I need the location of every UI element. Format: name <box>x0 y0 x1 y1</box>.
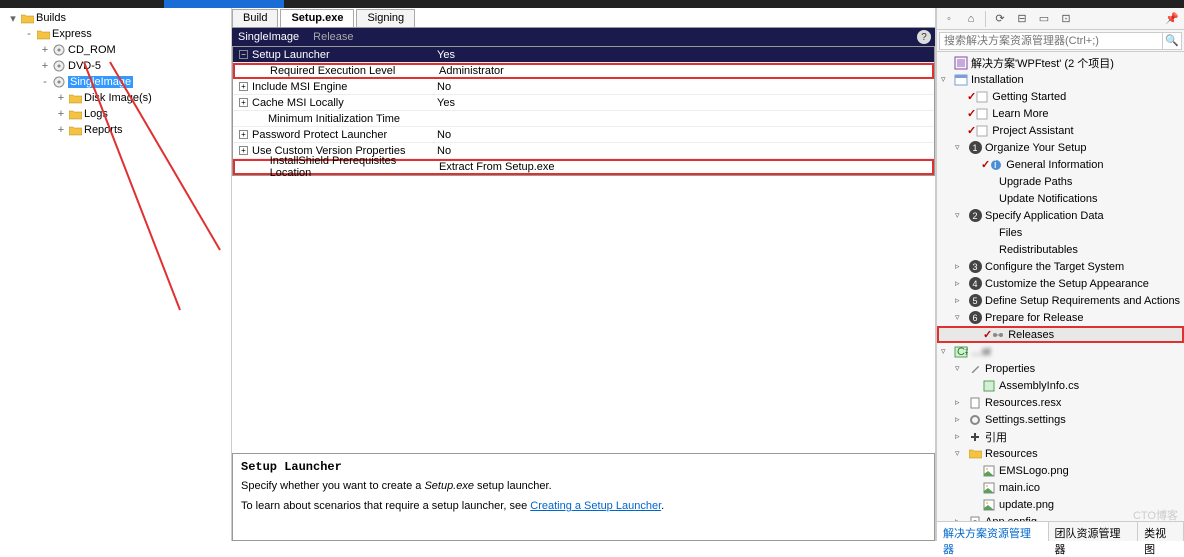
sol-item[interactable]: ✓Project Assistant <box>937 122 1184 139</box>
solution-label: 解决方案'WPFtest' (2 个项目) <box>969 55 1114 71</box>
back-icon[interactable]: ◦ <box>941 11 957 27</box>
pin-icon[interactable]: 📌 <box>1164 11 1180 27</box>
builds-tree: ▾ Builds -Express+CD_ROM+DVD-5-SingleIma… <box>0 8 232 541</box>
sol-item[interactable]: ▹引用 <box>937 428 1184 445</box>
prop-row[interactable]: −Setup LauncherYes <box>233 47 934 63</box>
tree-root[interactable]: ▾ Builds <box>2 10 231 26</box>
sol-item[interactable]: ▿Installation <box>937 71 1184 88</box>
sol-item[interactable]: Update Notifications <box>937 190 1184 207</box>
help-p2: To learn about scenarios that require a … <box>241 500 926 512</box>
svg-text:C#: C# <box>957 346 968 358</box>
tree-root-label: Builds <box>36 12 66 24</box>
prop-row[interactable]: Required Execution LevelAdministrator <box>233 63 934 79</box>
sol-item[interactable]: ✓Releases <box>937 326 1184 343</box>
sol-toolbar: ◦ ⌂ ⟳ ⊟ ▭ ⊡ 📌 <box>937 8 1184 30</box>
solution-explorer: ◦ ⌂ ⟳ ⊟ ▭ ⊡ 📌 🔍 解决方案'WPFtest' (2 个项目) ▿I… <box>936 8 1184 541</box>
refresh-icon[interactable]: ⟳ <box>992 11 1008 27</box>
tree-item[interactable]: -SingleImage <box>2 74 231 90</box>
tree-item[interactable]: +CD_ROM <box>2 42 231 58</box>
tabs-row: BuildSetup.exeSigning <box>232 8 935 28</box>
sol-item[interactable]: ▿Properties <box>937 360 1184 377</box>
tree-item[interactable]: -Express <box>2 26 231 42</box>
showall-icon[interactable]: ⊡ <box>1058 11 1074 27</box>
sol-item[interactable]: AssemblyInfo.cs <box>937 377 1184 394</box>
tree-item[interactable]: +Disk Image(s) <box>2 90 231 106</box>
help-panel: Setup Launcher Specify whether you want … <box>232 453 935 541</box>
tab-build[interactable]: Build <box>232 9 278 27</box>
bottom-tab[interactable]: 团队资源管理器 <box>1049 522 1139 541</box>
sol-item[interactable]: ▿1Organize Your Setup <box>937 139 1184 156</box>
sol-item[interactable]: ▹Settings.settings <box>937 411 1184 428</box>
sol-item[interactable]: ▿2Specify Application Data <box>937 207 1184 224</box>
bottom-tab[interactable]: 解决方案资源管理器 <box>937 522 1049 541</box>
solution-root[interactable]: 解决方案'WPFtest' (2 个项目) <box>937 54 1184 71</box>
config-bar: SingleImage Release ? <box>232 28 935 46</box>
tab-signing[interactable]: Signing <box>356 9 415 27</box>
property-grid: −Setup LauncherYesRequired Execution Lev… <box>232 46 935 176</box>
sol-item[interactable]: Files <box>937 224 1184 241</box>
config-type: Release <box>313 31 353 43</box>
tree-item[interactable]: +Logs <box>2 106 231 122</box>
help-icon[interactable]: ? <box>917 30 931 44</box>
prop-row[interactable]: +Password Protect LauncherNo <box>233 127 934 143</box>
bottom-tab[interactable]: 类视图 <box>1138 522 1184 541</box>
bottom-tabs: 解决方案资源管理器团队资源管理器类视图 <box>937 521 1184 541</box>
config-name: SingleImage <box>238 31 299 43</box>
sol-item[interactable]: EMSLogo.png <box>937 462 1184 479</box>
collapse-icon[interactable]: ⊟ <box>1014 11 1030 27</box>
tree-item[interactable]: +Reports <box>2 122 231 138</box>
svg-text:i: i <box>994 159 996 171</box>
sol-item[interactable]: ▹5Define Setup Requirements and Actions <box>937 292 1184 309</box>
sol-item[interactable]: ▹4Customize the Setup Appearance <box>937 275 1184 292</box>
search-button[interactable]: 🔍 <box>1162 32 1182 50</box>
help-p1: Specify whether you want to create a Set… <box>241 480 926 492</box>
sol-item[interactable]: ▹3Configure the Target System <box>937 258 1184 275</box>
solution-icon <box>953 56 969 70</box>
tab-setup.exe[interactable]: Setup.exe <box>280 9 354 27</box>
prop-row[interactable]: InstallShield Prerequisites LocationExtr… <box>233 159 934 175</box>
watermark: CTO博客 <box>1133 507 1178 523</box>
sol-item[interactable]: ✓Learn More <box>937 105 1184 122</box>
prop-row[interactable]: Minimum Initialization Time <box>233 111 934 127</box>
sol-item[interactable]: ▿Resources <box>937 445 1184 462</box>
prop-row[interactable]: +Cache MSI LocallyYes <box>233 95 934 111</box>
sol-item[interactable]: ✓Getting Started <box>937 88 1184 105</box>
prop-row[interactable]: +Include MSI EngineNo <box>233 79 934 95</box>
sol-item[interactable]: ▹Resources.resx <box>937 394 1184 411</box>
sol-item[interactable]: Upgrade Paths <box>937 173 1184 190</box>
sol-item[interactable]: Redistributables <box>937 241 1184 258</box>
props-icon[interactable]: ▭ <box>1036 11 1052 27</box>
help-link[interactable]: Creating a Setup Launcher <box>530 500 661 512</box>
search-input[interactable] <box>939 32 1163 50</box>
tree-item[interactable]: +DVD-5 <box>2 58 231 74</box>
sol-item[interactable]: main.ico <box>937 479 1184 496</box>
sol-item[interactable]: ▿6Prepare for Release <box>937 309 1184 326</box>
home-icon[interactable]: ⌂ <box>963 11 979 27</box>
sol-item[interactable]: ✓iGeneral Information <box>937 156 1184 173</box>
properties-panel: BuildSetup.exeSigning SingleImage Releas… <box>232 8 936 541</box>
sol-item[interactable]: ▿C#…st <box>937 343 1184 360</box>
help-title: Setup Launcher <box>241 460 926 474</box>
